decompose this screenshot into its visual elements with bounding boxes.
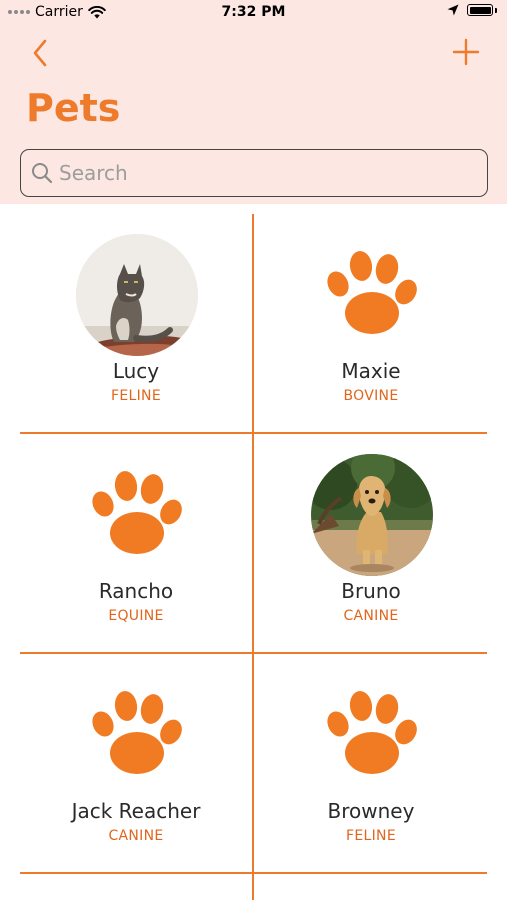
cat-photo-icon — [76, 234, 198, 356]
pet-name: Maxie — [341, 359, 401, 383]
pet-kind: FELINE — [346, 828, 396, 844]
pet-kind: BOVINE — [343, 388, 399, 404]
add-pet-button[interactable] — [451, 37, 481, 67]
back-button[interactable] — [28, 37, 56, 69]
status-right — [447, 4, 497, 16]
pet-kind: CANINE — [108, 828, 164, 844]
paw-icon — [327, 691, 417, 774]
pet-kind: EQUINE — [108, 608, 164, 624]
status-bar: Carrier 7:32 PM — [0, 0, 507, 26]
search-icon — [32, 163, 53, 184]
plus-icon — [452, 38, 480, 66]
paw-icon — [92, 691, 182, 774]
search-input[interactable] — [59, 161, 459, 185]
dog-photo-icon — [311, 454, 433, 576]
battery-icon — [467, 4, 493, 16]
pet-name: Rancho — [98, 579, 174, 603]
search-bar[interactable] — [20, 149, 488, 197]
pet-name: Lucy — [112, 359, 160, 383]
pet-kind: CANINE — [343, 608, 399, 624]
page-title: Pets — [26, 86, 121, 130]
paw-icon — [327, 251, 417, 334]
pet-cell[interactable]: Bruno CANINE — [255, 434, 487, 653]
pet-cell[interactable]: Jack Reacher CANINE — [20, 654, 252, 873]
pet-avatar-dog-photo — [311, 454, 433, 576]
chevron-left-icon — [33, 39, 47, 67]
pet-name: Bruno — [341, 579, 401, 603]
pets-grid: Lucy FELINE Maxie BOVINE Rancho EQUINE B… — [20, 214, 487, 900]
paw-icon — [92, 471, 182, 554]
location-arrow-icon — [447, 4, 459, 16]
pet-cell[interactable]: Rancho EQUINE — [20, 434, 252, 653]
pet-cell[interactable]: Maxie BOVINE — [255, 214, 487, 433]
pet-kind: FELINE — [111, 388, 161, 404]
status-time: 7:32 PM — [221, 4, 286, 20]
battery-cap — [495, 7, 497, 13]
pet-name: Jack Reacher — [71, 799, 201, 823]
grid-divider-vertical — [252, 214, 254, 900]
pet-name: Browney — [327, 799, 415, 823]
pet-avatar-cat-photo — [76, 234, 198, 356]
pet-cell[interactable]: Lucy FELINE — [20, 214, 252, 433]
pet-cell[interactable]: Browney FELINE — [255, 654, 487, 873]
